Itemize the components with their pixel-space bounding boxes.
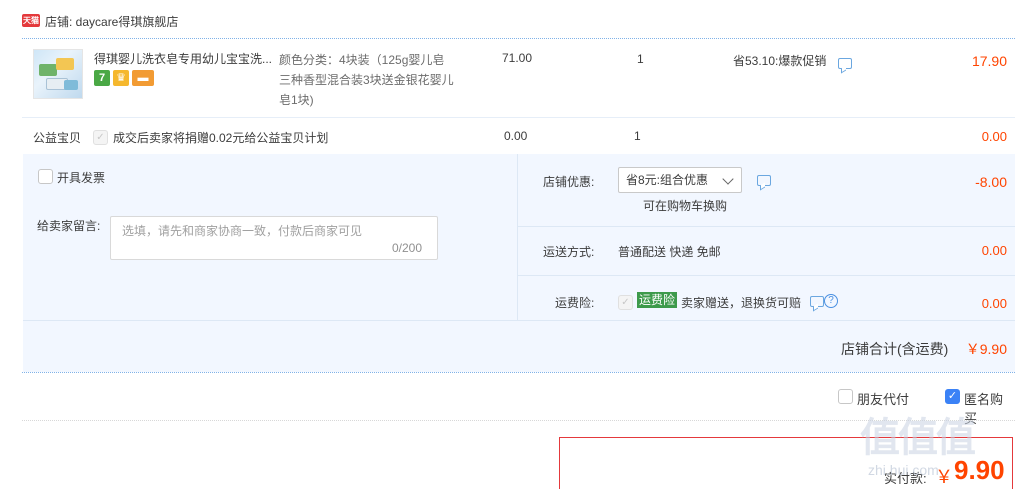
help-icon[interactable]: ? (824, 294, 838, 308)
shipping-label: 运送方式: (543, 245, 595, 259)
charity-price: 0.00 (504, 129, 528, 143)
insurance-checkbox: ✓ (618, 295, 633, 310)
unit-price: 71.00 (502, 51, 533, 65)
watermark-text: zhi.hui.com (868, 462, 939, 478)
divider (22, 372, 1015, 373)
store-name-link[interactable]: 店铺: daycare得琪旗舰店 (45, 13, 178, 30)
store-discount-label: 店铺优惠: (543, 175, 595, 189)
charity-qty: 1 (634, 129, 641, 143)
insurance-total: 0.00 (981, 296, 1007, 311)
memo-char-count: 0/200 (392, 241, 423, 255)
tmall-logo: 天猫 (22, 14, 40, 27)
charity-label: 公益宝贝 (33, 131, 82, 145)
sku-description: 颜色分类：4块装（125g婴儿皂 三种香型混合装3块送金银花婴儿 皂1块) (279, 53, 454, 107)
insurance-text: 卖家赠送，退换货可赔 (681, 296, 802, 310)
store-sum-value: ￥9.90 (965, 341, 1007, 357)
charity-checkbox: ✓ (93, 130, 108, 145)
promotion-text: 省53.10:爆款促销 (733, 54, 827, 68)
divider (22, 38, 1015, 39)
insurance-tag: 运费险 (637, 292, 678, 308)
friend-pay-checkbox[interactable] (838, 389, 853, 404)
store-discount-select[interactable]: 省8元:组合优惠 (618, 167, 742, 193)
discount-hint: 可在购物车换购 (643, 199, 728, 213)
memo-placeholder: 选填，请先和商家协商一致，付款后商家可见 (122, 224, 363, 238)
message-icon[interactable] (757, 175, 771, 186)
seven-day-return-icon[interactable]: 7 (94, 70, 110, 86)
invoice-checkbox[interactable] (38, 169, 53, 184)
shipping-total: 0.00 (981, 243, 1007, 258)
divider (517, 154, 518, 320)
credit-card-icon[interactable]: ▬ (132, 70, 154, 86)
anonymous-checkbox[interactable]: ✓ (945, 389, 960, 404)
item-subtotal: 17.90 (971, 53, 1007, 69)
insurance-label: 运费险: (555, 296, 595, 310)
memo-label: 给卖家留言: (37, 219, 101, 233)
guarantee-icon[interactable]: ♛ (113, 70, 129, 86)
shipping-method: 普通配送 快递 免邮 (618, 245, 721, 259)
divider (518, 226, 1015, 227)
divider (22, 117, 1015, 118)
chevron-down-icon (722, 173, 734, 185)
service-badges: 7 ♛ ▬ (94, 70, 154, 86)
divider (518, 275, 1015, 276)
product-title-link[interactable]: 得琪婴儿洗衣皂专用幼儿宝宝洗... (94, 50, 274, 67)
pay-amount: 9.90 (954, 455, 1005, 485)
quantity: 1 (637, 52, 644, 66)
store-sum-label: 店铺合计(含运费) (841, 341, 949, 357)
charity-text: 成交后卖家将捐赠0.02元给公益宝贝计划 (113, 131, 329, 145)
message-icon[interactable] (810, 296, 824, 307)
message-icon[interactable] (838, 58, 852, 69)
store-discount-value: -8.00 (975, 174, 1007, 190)
product-thumbnail[interactable] (33, 49, 83, 99)
invoice-label[interactable]: 开具发票 (57, 169, 105, 186)
divider (23, 320, 1015, 321)
charity-total: 0.00 (981, 129, 1007, 144)
